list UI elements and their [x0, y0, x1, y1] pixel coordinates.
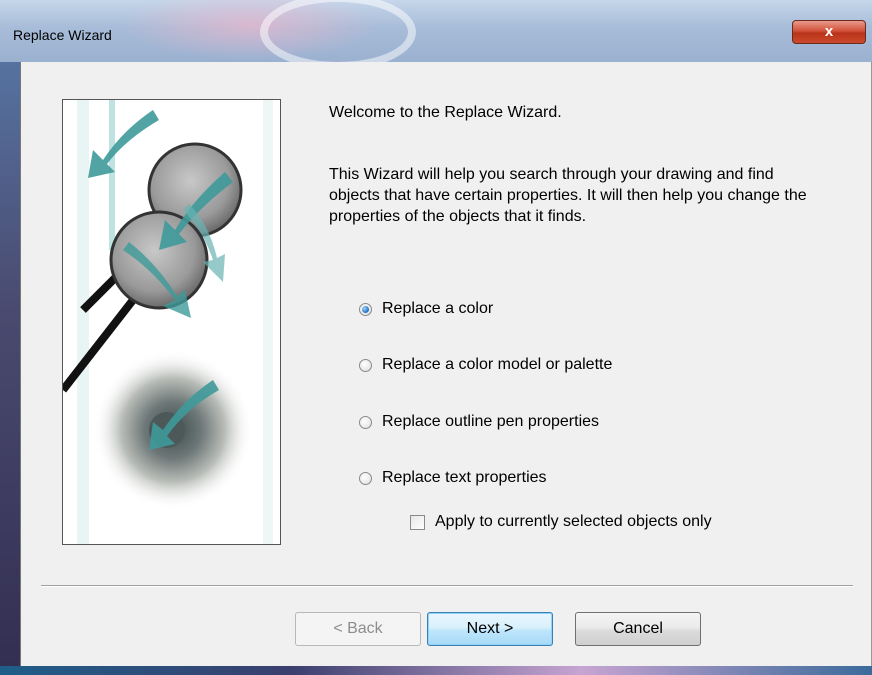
next-button[interactable]: Next > — [427, 612, 553, 646]
radio-icon[interactable] — [359, 358, 372, 372]
wizard-description: This Wizard will help you search through… — [329, 166, 807, 225]
cancel-button[interactable]: Cancel — [575, 612, 701, 646]
titlebar-ring — [260, 0, 416, 70]
window-bottom-border — [0, 666, 872, 675]
option-label: Replace a color — [382, 300, 494, 317]
radio-icon[interactable] — [359, 471, 372, 485]
close-button[interactable]: x — [792, 20, 866, 44]
option-replace-outline-pen[interactable]: Replace outline pen properties — [359, 411, 599, 433]
welcome-heading: Welcome to the Replace Wizard. — [329, 104, 562, 121]
back-button[interactable]: < Back — [295, 612, 421, 646]
option-replace-color-model[interactable]: Replace a color model or palette — [359, 354, 612, 376]
title-bar[interactable]: Replace Wizard x — [0, 0, 872, 70]
window-left-border — [0, 62, 20, 666]
option-label: Replace a color model or palette — [382, 356, 613, 373]
magnifier-illustration-icon — [63, 100, 280, 544]
window-title: Replace Wizard — [13, 27, 112, 43]
close-icon: x — [824, 23, 834, 40]
option-label: Replace text properties — [382, 469, 547, 486]
option-label: Replace outline pen properties — [382, 413, 600, 430]
radio-icon[interactable] — [359, 415, 372, 429]
checkbox-label: Apply to currently selected objects only — [435, 513, 712, 530]
wizard-illustration — [62, 99, 281, 545]
button-separator — [41, 585, 853, 587]
dialog-client-area: Welcome to the Replace Wizard. This Wiza… — [20, 62, 872, 666]
radio-icon[interactable] — [359, 302, 372, 316]
apply-selected-checkbox[interactable]: Apply to currently selected objects only — [410, 511, 712, 533]
option-replace-text[interactable]: Replace text properties — [359, 467, 547, 489]
checkbox-icon[interactable] — [410, 514, 425, 530]
option-replace-color[interactable]: Replace a color — [359, 298, 493, 320]
